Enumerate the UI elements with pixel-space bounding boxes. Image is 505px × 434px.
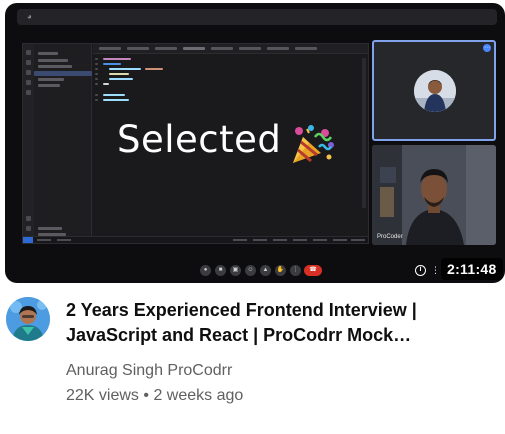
editor-scrollbar	[362, 58, 366, 208]
view-count: 22K views	[66, 387, 139, 404]
more-options-dot-icon[interactable]: ⋯	[483, 44, 491, 52]
participant-avatar	[414, 70, 456, 112]
raise-hand-icon[interactable]: ✋	[275, 265, 286, 276]
captions-icon[interactable]: ▣	[230, 265, 241, 276]
video-metadata: 22K views • 2 weeks ago	[66, 385, 243, 407]
editor-activity-bar	[23, 44, 34, 243]
participant-tile-candidate[interactable]: ProCoder	[372, 145, 496, 245]
video-title-line-1[interactable]: 2 Years Experienced Frontend Interview |	[66, 298, 496, 323]
more-options-icon[interactable]: ⋮	[431, 264, 440, 276]
upload-date: 2 weeks ago	[153, 387, 244, 404]
video-title-line-2[interactable]: JavaScript and React | ProCodrr Mock…	[66, 323, 496, 348]
participant-name-label: ProCoder	[377, 234, 403, 240]
call-controls-bar: ● ■ ▣ ☺ ▲ ✋ ⋮ ☎	[200, 265, 325, 279]
editor-tabs	[93, 44, 368, 54]
mic-icon[interactable]: ●	[200, 265, 211, 276]
party-popper-icon	[293, 125, 334, 163]
channel-avatar[interactable]	[6, 297, 50, 341]
more-call-options-icon[interactable]: ⋮	[290, 265, 301, 276]
candidate-video-feed	[372, 145, 496, 245]
browser-bar: ◕	[17, 9, 497, 25]
meta-separator: •	[143, 387, 149, 404]
video-thumbnail[interactable]: ◕ Selected ⋯ ProCoder ● ■ ▣ ☺ ▲ ✋ ⋮ ☎ i …	[5, 3, 505, 283]
selected-overlay-text: Selected	[117, 118, 282, 161]
channel-name[interactable]: Anurag Singh ProCodrr	[66, 360, 232, 382]
camera-icon[interactable]: ■	[215, 265, 226, 276]
present-icon[interactable]: ☺	[245, 265, 256, 276]
end-call-icon[interactable]: ☎	[304, 265, 322, 276]
screen-share-icon[interactable]: ▲	[260, 265, 271, 276]
editor-status-bar	[23, 236, 368, 243]
participant-tile-interviewer[interactable]: ⋯	[372, 40, 496, 141]
video-duration-badge: 2:11:48	[441, 258, 503, 280]
video-title[interactable]: 2 Years Experienced Frontend Interview |…	[66, 298, 496, 348]
editor-file-explorer	[34, 44, 92, 243]
browser-logo-icon: ◕	[27, 12, 32, 21]
info-icon[interactable]: i	[415, 265, 426, 276]
